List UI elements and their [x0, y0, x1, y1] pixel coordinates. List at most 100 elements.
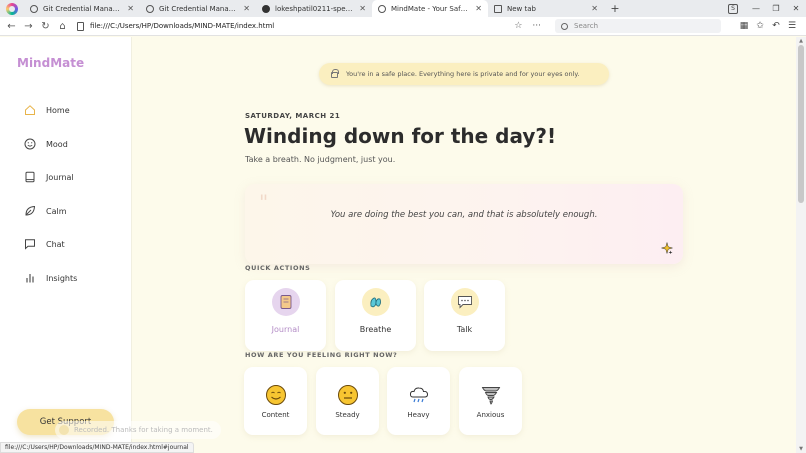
quick-actions-heading: QUICK ACTIONS	[245, 264, 311, 272]
mood-option-steady[interactable]: Steady	[316, 367, 379, 435]
tab-title: lokeshpatil0211-spec/MindMate	[275, 4, 355, 13]
close-icon[interactable]: ✕	[127, 4, 134, 13]
tab-title: New tab	[507, 4, 536, 13]
bar-chart-icon	[26, 274, 34, 283]
history-icon[interactable]: ↶	[768, 21, 784, 31]
sidebar-item-calm[interactable]: Calm	[24, 202, 67, 220]
sidebar: MindMate Home Mood Journal Calm Chat Ins…	[0, 37, 132, 453]
search-placeholder: Search	[574, 22, 599, 30]
home-browser-icon[interactable]: ⌂	[54, 21, 71, 32]
toast-notification: Recorded. Thanks for taking a moment.	[55, 421, 221, 439]
back-icon[interactable]: ←	[3, 21, 20, 32]
browser-tab-bar: Git Credential Manager - Auth ✕ Git Cred…	[0, 0, 806, 17]
sparkle-icon[interactable]	[661, 242, 673, 254]
affirmation-card: " You are doing the best you can, and th…	[245, 184, 683, 264]
new-tab-button[interactable]: +	[608, 2, 622, 15]
mood-option-anxious[interactable]: Anxious	[459, 367, 522, 435]
sidebar-item-mood[interactable]: Mood	[24, 135, 68, 153]
tab-title: Git Credential Manager - Auth	[159, 4, 240, 13]
globe-icon	[378, 4, 386, 13]
newtab-icon	[494, 4, 502, 13]
toast-icon	[59, 425, 69, 435]
browser-tab[interactable]: Git Credential Manager - Auth ✕	[140, 0, 256, 17]
safe-space-banner: You're in a safe place. Everything here …	[319, 63, 609, 85]
main-content: You're in a safe place. Everything here …	[133, 37, 796, 453]
mood-label: Heavy	[407, 411, 430, 419]
rain-cloud-icon	[409, 387, 428, 403]
browser-toolbar: ← → ↻ ⌂ file:///C:/Users/HP/Downloads/MI…	[0, 17, 806, 36]
journal-icon	[271, 288, 300, 316]
close-window-icon[interactable]: ✕	[786, 4, 806, 13]
quick-action-label: Talk	[456, 325, 473, 334]
github-icon	[262, 4, 270, 13]
safe-space-text: You're in a safe place. Everything here …	[346, 70, 580, 78]
minimize-icon[interactable]: —	[746, 4, 766, 13]
toolbar-actions: ▦ ✩ ↶ ☰	[736, 21, 800, 31]
brand-logo[interactable]: MindMate	[17, 56, 84, 70]
sidebar-item-label: Chat	[46, 239, 65, 249]
mood-label: Content	[261, 411, 290, 419]
bookmark-star-icon[interactable]: ☆	[514, 21, 522, 31]
toast-text: Recorded. Thanks for taking a moment.	[74, 426, 213, 434]
date-label: SATURDAY, MARCH 21	[245, 112, 341, 120]
quick-action-talk[interactable]: Talk	[424, 280, 505, 351]
address-url[interactable]: file:///C:/Users/HP/Downloads/MIND-MATE/…	[90, 22, 514, 30]
lock-icon	[331, 69, 339, 78]
browser-tab-active[interactable]: MindMate - Your Safe Space ✕	[372, 0, 488, 17]
sidebar-item-label: Mood	[46, 139, 68, 149]
quick-action-journal[interactable]: Journal	[245, 280, 326, 351]
forward-icon[interactable]: →	[20, 21, 37, 32]
restore-icon[interactable]: ❐	[766, 4, 786, 13]
quick-action-breathe[interactable]: Breathe	[335, 280, 416, 351]
page-subtitle: Take a breath. No judgment, just you.	[245, 155, 396, 164]
quick-action-label: Breathe	[359, 325, 392, 334]
reload-icon[interactable]: ↻	[37, 21, 54, 32]
mood-label: Anxious	[476, 411, 505, 419]
sidebar-item-home[interactable]: Home	[24, 101, 70, 119]
sidebar-item-insights[interactable]: Insights	[24, 269, 77, 287]
tab-search-icon[interactable]: S	[728, 3, 738, 14]
close-icon[interactable]: ✕	[243, 4, 250, 13]
neutral-face-icon	[337, 385, 358, 405]
feeling-heading: HOW ARE YOU FEELING RIGHT NOW?	[245, 351, 398, 359]
link-status-bar: file:///C:/Users/HP/Downloads/MIND-MATE/…	[0, 442, 194, 453]
extensions-icon[interactable]: ▦	[736, 21, 752, 31]
tornado-icon	[481, 387, 500, 405]
leaf-icon	[25, 205, 36, 216]
scrollbar-thumb[interactable]	[798, 45, 804, 203]
lungs-icon	[361, 288, 390, 316]
scroll-down-icon[interactable]: ▼	[796, 446, 806, 452]
browser-tab[interactable]: Git Credential Manager - Auth ✕	[24, 0, 140, 17]
page-scrollbar[interactable]: ▲ ▼	[796, 37, 806, 453]
smile-icon	[24, 138, 36, 150]
browser-logo-icon[interactable]	[6, 2, 18, 15]
search-input[interactable]: Search	[555, 19, 721, 33]
tab-title: Git Credential Manager - Auth	[43, 4, 124, 13]
affirmation-text: You are doing the best you can, and that…	[330, 210, 598, 220]
mood-option-content[interactable]: Content	[244, 367, 307, 435]
sidebar-item-label: Calm	[46, 206, 67, 216]
sidebar-item-journal[interactable]: Journal	[24, 168, 74, 186]
page-icon	[77, 21, 84, 31]
sidebar-item-label: Home	[46, 105, 70, 115]
browser-tab[interactable]: lokeshpatil0211-spec/MindMate ✕	[256, 0, 372, 17]
more-icon[interactable]: ···	[532, 21, 541, 31]
browser-tab[interactable]: New tab ✕	[488, 0, 604, 17]
app-root: MindMate Home Mood Journal Calm Chat Ins…	[0, 37, 796, 453]
mood-option-heavy[interactable]: Heavy	[387, 367, 450, 435]
favorites-icon[interactable]: ✩	[752, 21, 768, 31]
sidebar-item-chat[interactable]: Chat	[24, 235, 65, 253]
close-icon[interactable]: ✕	[591, 4, 598, 13]
chat-icon	[25, 239, 35, 250]
close-icon[interactable]: ✕	[475, 4, 482, 13]
menu-icon[interactable]: ☰	[784, 21, 800, 31]
close-icon[interactable]: ✕	[359, 4, 366, 13]
address-bar[interactable]: file:///C:/Users/HP/Downloads/MIND-MATE/…	[77, 19, 549, 34]
search-icon	[561, 22, 568, 30]
page-title: Winding down for the day?!	[244, 124, 557, 148]
quick-action-label: Journal	[271, 325, 300, 334]
scroll-up-icon[interactable]: ▲	[796, 38, 806, 44]
sidebar-item-label: Insights	[46, 273, 78, 283]
smiling-face-icon	[265, 385, 286, 405]
home-icon	[25, 105, 35, 115]
